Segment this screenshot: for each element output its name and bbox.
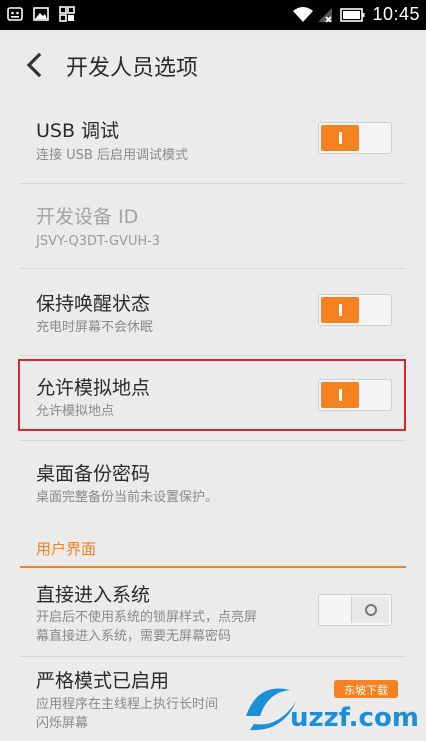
setting-title: 桌面备份密码 bbox=[36, 463, 151, 485]
back-button[interactable] bbox=[20, 50, 48, 80]
uzzf-watermark-logo: 东坡下载 uzzf.com bbox=[238, 672, 419, 736]
divider bbox=[20, 183, 406, 184]
setting-subtitle: 应用程序在主线程上执行长时间 bbox=[36, 697, 219, 712]
clock: 10:45 bbox=[372, 4, 420, 24]
svg-text:uzzf.com: uzzf.com bbox=[290, 703, 418, 733]
setting-title: 允许模拟地点 bbox=[36, 377, 151, 399]
toggle-on-knob bbox=[321, 382, 359, 408]
section-header-ui: 用户界面 bbox=[36, 540, 97, 558]
setting-subtitle: 桌面完整备份当前未设置保护。 bbox=[36, 490, 219, 505]
setting-subtitle: 开启后不使用系统的锁屏样式，点亮屏 bbox=[36, 610, 258, 625]
setting-subtitle: 允许模拟地点 bbox=[36, 404, 115, 419]
image-icon bbox=[32, 5, 50, 23]
status-bar: 10:45 bbox=[0, 0, 426, 30]
setting-title: 严格模式已启用 bbox=[36, 670, 170, 692]
divider bbox=[20, 656, 406, 657]
page-title: 开发人员选项 bbox=[66, 56, 199, 81]
setting-title: 保持唤醒状态 bbox=[36, 293, 151, 315]
battery-icon bbox=[340, 6, 366, 24]
setting-subtitle: 闪烁屏幕 bbox=[36, 716, 89, 731]
usb-debugging-toggle[interactable] bbox=[318, 122, 392, 154]
notification-app-icon bbox=[6, 5, 24, 23]
title-bar: 开发人员选项 bbox=[0, 30, 426, 100]
direct-enter-toggle[interactable] bbox=[318, 594, 392, 626]
toggle-off-knob bbox=[351, 597, 389, 623]
no-signal-icon bbox=[316, 6, 334, 24]
setting-subtitle: 充电时屏幕不会休眠 bbox=[36, 320, 154, 335]
svg-text:东坡下载: 东坡下载 bbox=[344, 684, 388, 697]
toggle-on-knob bbox=[321, 125, 359, 151]
setting-subtitle: JSVY-Q3DT-GVUH-3 bbox=[36, 234, 161, 249]
setting-subtitle: 幕直接进入系统，需要无屏幕密码 bbox=[36, 629, 232, 644]
chevron-left-icon bbox=[26, 53, 42, 77]
setting-subtitle: 连接 USB 后启用调试模式 bbox=[36, 148, 188, 163]
toggle-on-knob bbox=[321, 297, 359, 323]
setting-title: 直接进入系统 bbox=[36, 584, 151, 606]
section-divider bbox=[20, 566, 406, 568]
grid-icon bbox=[58, 5, 76, 23]
divider bbox=[20, 440, 406, 441]
stay-awake-toggle[interactable] bbox=[318, 294, 392, 326]
mock-locations-toggle[interactable] bbox=[318, 379, 392, 411]
setting-title: 开发设备 ID bbox=[36, 206, 139, 228]
wifi-icon bbox=[292, 6, 314, 24]
divider bbox=[20, 268, 406, 269]
divider bbox=[20, 355, 406, 356]
setting-title: USB 调试 bbox=[36, 120, 120, 142]
